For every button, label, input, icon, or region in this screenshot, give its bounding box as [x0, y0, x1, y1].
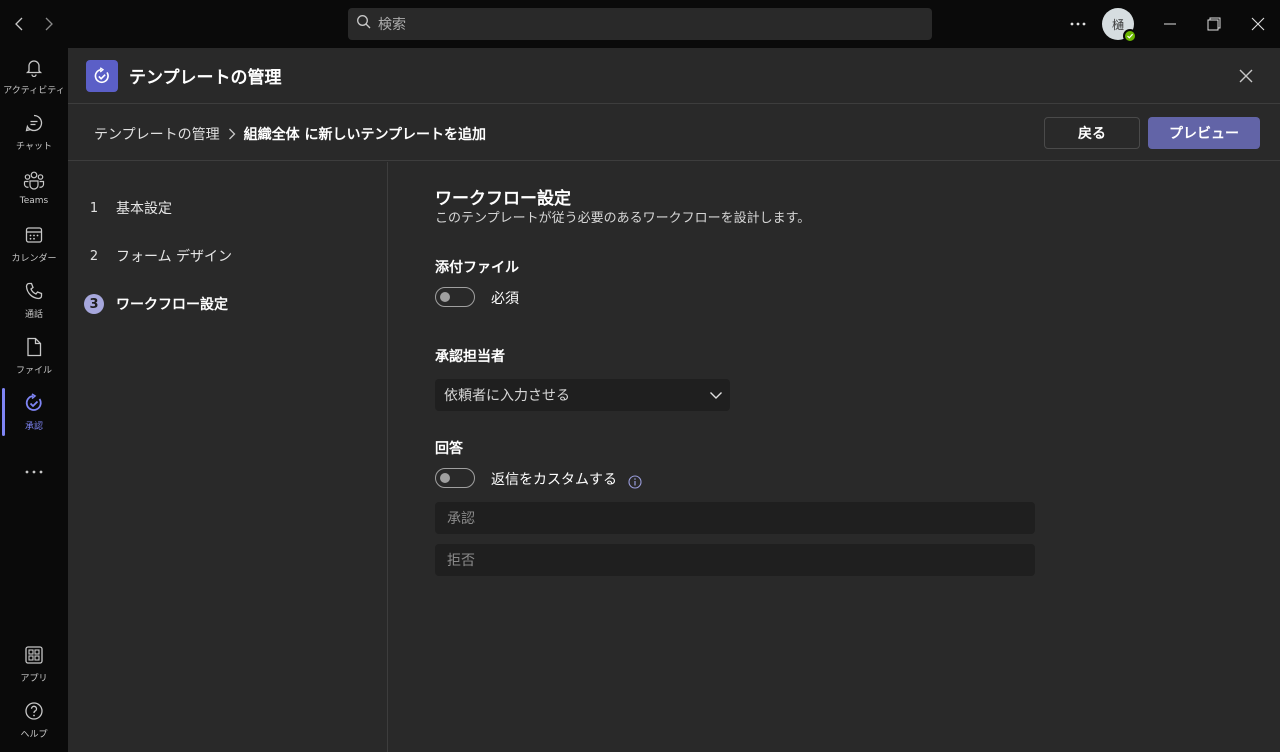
- breadcrumb-bar: テンプレートの管理 組織全体 に新しいテンプレートを追加 戻る プレビュー: [68, 105, 1280, 161]
- search-placeholder: 検索: [378, 17, 406, 33]
- approvals-app-icon: [86, 60, 118, 92]
- avatar-initial: 樋: [1111, 17, 1124, 32]
- chevron-right-icon: [228, 128, 236, 140]
- chat-icon: [24, 113, 44, 137]
- approvers-label: 承認担当者: [435, 349, 505, 365]
- rail-item-approvals[interactable]: 承認: [0, 384, 68, 440]
- title-bar: 検索 樋: [0, 0, 1280, 48]
- rail-label: 承認: [24, 421, 43, 432]
- rail-item-calendar[interactable]: カレンダー: [0, 216, 68, 272]
- back-arrow-icon[interactable]: [8, 12, 32, 36]
- teams-icon: [23, 170, 45, 194]
- step-number: 1: [89, 200, 99, 216]
- bell-icon: [24, 57, 44, 81]
- more-apps-icon: [25, 459, 43, 478]
- attachments-required-label: 必須: [491, 291, 519, 307]
- help-icon: [24, 701, 44, 725]
- approvers-dropdown[interactable]: 依頼者に入力させる: [435, 379, 730, 411]
- responses-label: 回答: [435, 441, 463, 457]
- step-label: ワークフロー設定: [116, 297, 228, 313]
- rail-label: チャット: [16, 141, 52, 152]
- step-form-design[interactable]: 2 フォーム デザイン: [84, 244, 232, 268]
- attachments-required-toggle[interactable]: [435, 287, 475, 307]
- step-basic-settings[interactable]: 1 基本設定: [84, 196, 172, 220]
- rail-item-files[interactable]: ファイル: [0, 328, 68, 384]
- window-close-icon[interactable]: [1244, 10, 1272, 38]
- reject-response-input[interactable]: 拒否: [435, 544, 1035, 576]
- attachments-label: 添付ファイル: [435, 260, 519, 276]
- rail-label: 通話: [24, 309, 43, 320]
- toggle-knob: [440, 292, 450, 302]
- rail-label: アプリ: [20, 673, 48, 684]
- step-list: 1 基本設定 2 フォーム デザイン 3 ワークフロー設定: [68, 162, 388, 752]
- custom-responses-label: 返信をカスタムする: [491, 472, 617, 488]
- apps-icon: [24, 645, 44, 669]
- toggle-knob: [440, 473, 450, 483]
- approve-response-input[interactable]: 承認: [435, 502, 1035, 534]
- back-button[interactable]: 戻る: [1044, 117, 1140, 149]
- rail-item-chat[interactable]: チャット: [0, 104, 68, 160]
- step-label: フォーム デザイン: [116, 249, 233, 265]
- calendar-icon: [24, 225, 44, 249]
- rail-label: カレンダー: [11, 253, 57, 264]
- rail-label: アクティビティ: [3, 85, 65, 96]
- avatar[interactable]: 樋: [1102, 8, 1137, 43]
- close-icon[interactable]: [1234, 64, 1258, 88]
- rail-item-apps[interactable]: アプリ: [0, 636, 68, 692]
- restore-icon[interactable]: [1200, 10, 1228, 38]
- phone-icon: [24, 281, 44, 305]
- approvals-icon: [24, 392, 44, 417]
- minimize-icon[interactable]: [1156, 10, 1184, 38]
- custom-responses-toggle[interactable]: [435, 468, 475, 488]
- step-number: 2: [89, 248, 99, 264]
- rail-item-activity[interactable]: アクティビティ: [0, 48, 68, 104]
- search-icon: [356, 14, 372, 34]
- file-icon: [25, 337, 43, 361]
- breadcrumb-parent-link[interactable]: テンプレートの管理: [94, 124, 220, 144]
- rail-label: ヘルプ: [20, 729, 48, 740]
- chevron-down-icon: [708, 387, 724, 407]
- panel-header: テンプレートの管理: [68, 48, 1280, 104]
- step-label: 基本設定: [116, 201, 172, 217]
- section-title: ワークフロー設定: [435, 189, 571, 209]
- rail-item-help[interactable]: ヘルプ: [0, 692, 68, 748]
- app-rail: アクティビティ チャット Teams カレンダー 通話 ファイル 承認 アプリ …: [0, 48, 68, 752]
- more-options-icon[interactable]: [1066, 12, 1090, 36]
- rail-more-apps[interactable]: [0, 440, 68, 496]
- rail-label: Teams: [19, 196, 49, 206]
- step-number: 3: [84, 294, 104, 314]
- section-description: このテンプレートが従う必要のあるワークフローを設計します。: [435, 211, 811, 226]
- breadcrumb: テンプレートの管理 組織全体 に新しいテンプレートを追加: [94, 124, 486, 144]
- rail-item-teams[interactable]: Teams: [0, 160, 68, 216]
- preview-button[interactable]: プレビュー: [1148, 117, 1260, 149]
- rail-item-calls[interactable]: 通話: [0, 272, 68, 328]
- search-box[interactable]: 検索: [348, 8, 932, 40]
- presence-available-icon: [1123, 29, 1137, 43]
- forward-arrow-icon[interactable]: [36, 12, 60, 36]
- breadcrumb-current: 組織全体 に新しいテンプレートを追加: [243, 127, 487, 143]
- main-panel: テンプレートの管理 テンプレートの管理 組織全体 に新しいテンプレートを追加 戻…: [68, 48, 1280, 752]
- approvers-selected-value: 依頼者に入力させる: [444, 388, 570, 404]
- page-title: テンプレートの管理: [129, 68, 282, 88]
- step-workflow-settings[interactable]: 3 ワークフロー設定: [84, 292, 228, 316]
- info-icon[interactable]: [628, 474, 642, 489]
- rail-label: ファイル: [15, 365, 52, 376]
